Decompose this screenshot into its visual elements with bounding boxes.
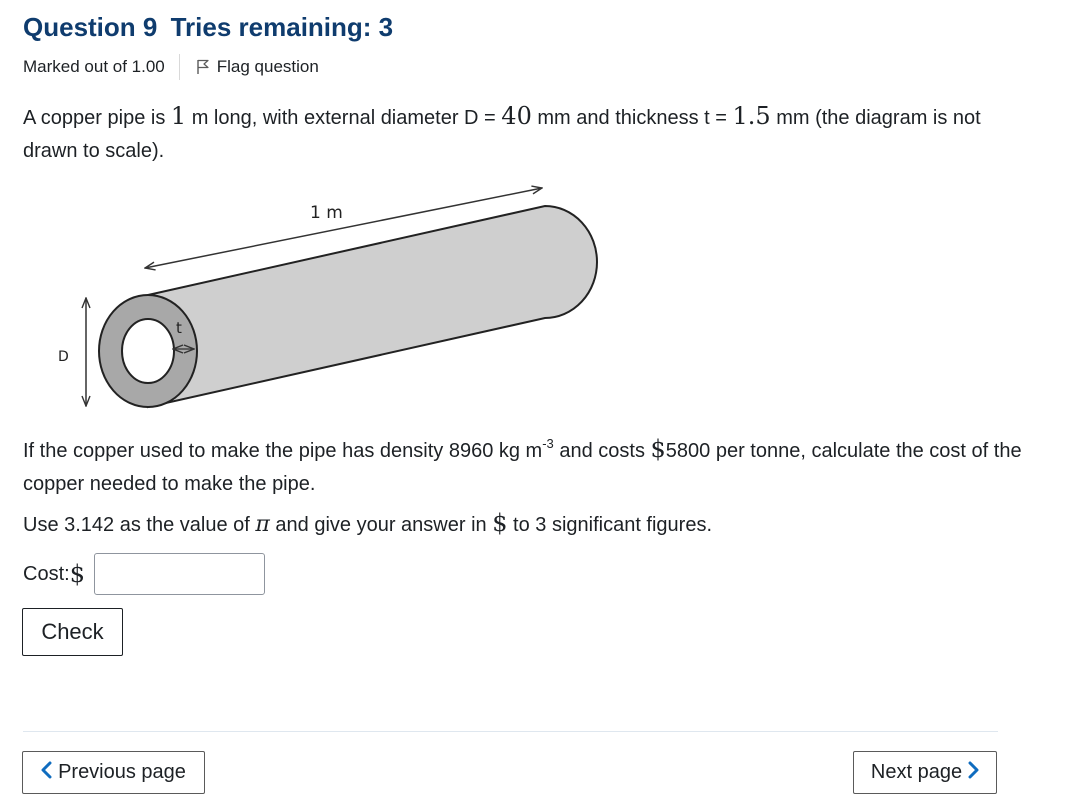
tries-remaining: Tries remaining: 3 (170, 12, 394, 42)
flag-icon (197, 59, 209, 74)
question-word: Question (23, 12, 136, 42)
diameter-label: D (58, 349, 69, 365)
page-divider (23, 731, 998, 732)
pipe-inner-bore (121, 318, 175, 384)
question-header: Question 9 Tries remaining: 3 (23, 12, 393, 43)
question-text-instructions: Use 3.142 as the value of π and give you… (23, 507, 712, 542)
question-text-task: If the copper used to make the pipe has … (23, 433, 1033, 501)
answer-row: Cost: $ (23, 553, 265, 595)
question-text-intro: A copper pipe is 1 m long, with external… (23, 100, 1033, 168)
question-meta: Marked out of 1.00 Flag question (23, 54, 319, 80)
task-text-2: and costs (553, 440, 651, 462)
chevron-right-icon (968, 761, 979, 785)
previous-page-button[interactable]: Previous page (22, 751, 205, 794)
flag-question-link[interactable]: Flag question (196, 57, 319, 77)
cost-label: Cost: (23, 562, 70, 585)
next-page-label: Next page (870, 761, 963, 783)
thickness-value: 1.5 (732, 102, 771, 130)
pi-symbol: π (255, 512, 270, 537)
check-button[interactable]: Check (22, 608, 123, 656)
marked-out-of: Marked out of 1.00 (23, 57, 165, 76)
flag-question-label: Flag question (216, 57, 319, 76)
intro-text-1: A copper pipe is (23, 107, 171, 129)
previous-page-label: Previous page (58, 761, 186, 783)
next-page-button[interactable]: Next page (853, 751, 997, 794)
length-value: 1 (170, 102, 187, 130)
instr-text-3: to 3 significant figures. (507, 514, 713, 536)
chevron-left-icon (41, 761, 52, 785)
instr-text-2: and give your answer in (269, 514, 493, 536)
intro-text-2: m long, with external diameter D = (186, 107, 502, 129)
pipe-body (147, 204, 598, 409)
cost-input[interactable] (93, 553, 265, 595)
answer-currency-symbol: $ (492, 509, 508, 537)
density-exponent: -3 (542, 436, 554, 451)
task-text-1: If the copper used to make the pipe has … (23, 440, 543, 462)
length-label: 1 m (310, 203, 343, 223)
cost-currency-symbol: $ (650, 435, 666, 463)
meta-separator (178, 54, 180, 80)
cost-label-currency: $ (69, 560, 85, 588)
thickness-label: t (176, 319, 182, 337)
diameter-value: 40 (501, 102, 532, 130)
intro-text-3: mm and thickness t = (531, 107, 733, 129)
instr-text-1: Use 3.142 as the value of (23, 514, 256, 536)
question-number: 9 (142, 12, 158, 42)
pipe-diagram: 1 m D t (58, 178, 598, 409)
